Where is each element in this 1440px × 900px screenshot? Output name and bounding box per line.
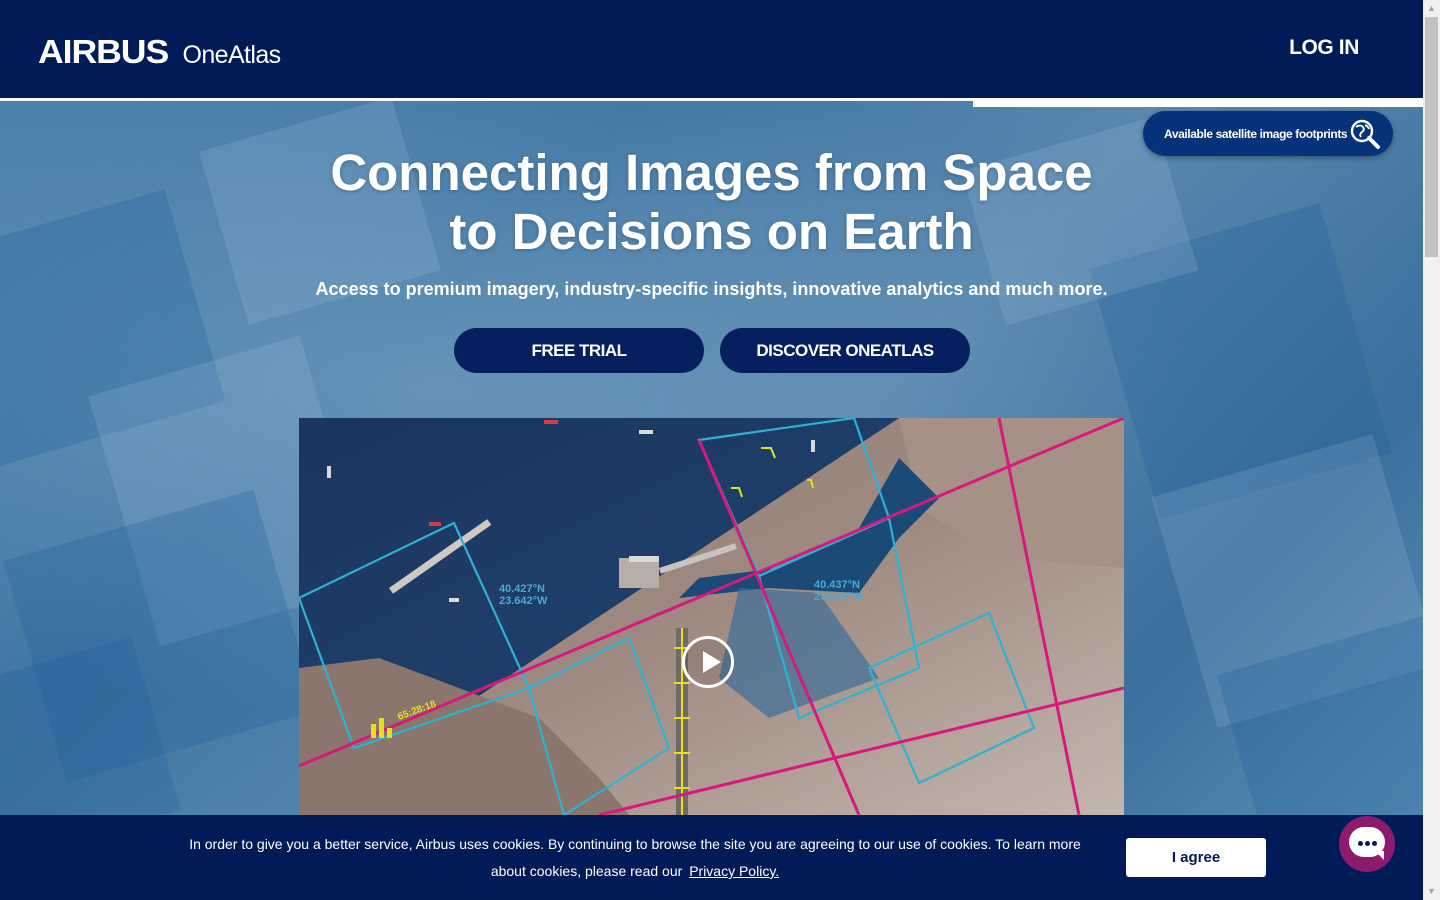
privacy-policy-link[interactable]: Privacy Policy. <box>689 863 779 879</box>
login-link[interactable]: LOG IN <box>1289 36 1359 60</box>
scroll-up-arrow-icon[interactable]: ▲ <box>1423 0 1440 17</box>
chat-dot <box>1358 841 1363 846</box>
play-icon <box>703 651 721 673</box>
coord-a-lat: 40.427°N <box>499 583 545 595</box>
satellite-footprints-button[interactable]: Available satellite image footprints <box>1143 111 1393 156</box>
footprints-label: Available satellite image footprints <box>1164 126 1348 141</box>
site-header: AIRBUS OneAtlas LOG IN <box>0 0 1423 98</box>
chat-bubble-tail <box>1375 851 1384 860</box>
chat-dot <box>1365 841 1370 846</box>
page-scrollbar[interactable]: ▲ ▼ <box>1423 0 1440 900</box>
scroll-thumb[interactable] <box>1425 17 1438 257</box>
airbus-wordmark: AIRBUS <box>38 33 169 70</box>
satellite-scene: 40.427°N 23.642°W 40.437°N 23.642°W 65:2… <box>299 418 1124 815</box>
hero-title: Connecting Images from Space to Decision… <box>0 143 1423 261</box>
chat-dot <box>1372 841 1377 846</box>
cookie-text: In order to give you a better service, A… <box>189 836 1081 879</box>
coord-b-lon: 23.642°W <box>814 591 863 603</box>
discover-oneatlas-button[interactable]: DISCOVER ONEATLAS <box>720 328 970 373</box>
chat-button[interactable] <box>1339 816 1395 872</box>
brand-logo[interactable]: AIRBUS OneAtlas <box>38 33 281 71</box>
scroll-down-arrow-icon[interactable]: ▼ <box>1423 883 1440 900</box>
coord-b-lat: 40.437°N <box>814 579 860 591</box>
cookie-banner: In order to give you a better service, A… <box>0 815 1423 900</box>
cookie-message: In order to give you a better service, A… <box>170 831 1100 885</box>
product-name: OneAtlas <box>182 41 282 69</box>
cookie-agree-button[interactable]: I agree <box>1126 838 1266 877</box>
free-trial-button[interactable]: FREE TRIAL <box>454 328 704 373</box>
intro-video[interactable]: 40.427°N 23.642°W 40.437°N 23.642°W 65:2… <box>299 418 1124 815</box>
hero-subtitle: Access to premium imagery, industry-spec… <box>315 279 1108 299</box>
hero-title-line2: to Decisions on Earth <box>449 203 974 260</box>
header-divider-wide <box>973 98 1423 107</box>
header-divider <box>0 98 973 101</box>
coord-a-lon: 23.642°W <box>499 595 548 607</box>
play-button[interactable] <box>682 636 734 688</box>
globe-search-icon <box>1350 119 1380 149</box>
